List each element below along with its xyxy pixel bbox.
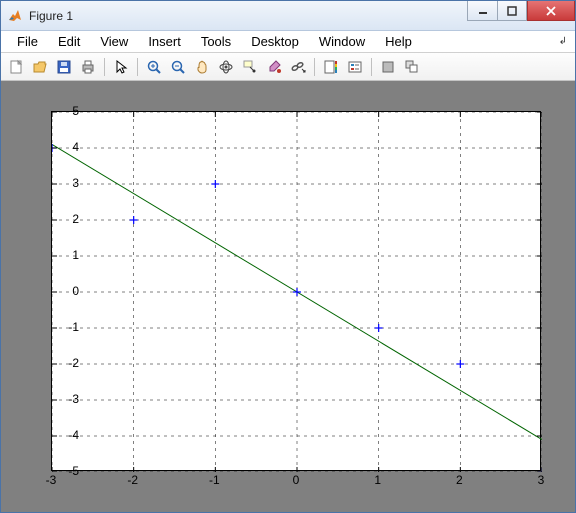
close-button[interactable] (527, 1, 575, 21)
figure-window: Figure 1 File Edit View Insert Tools Des… (0, 0, 576, 513)
y-tick-label: 2 (49, 212, 79, 226)
show-plot-tools-button[interactable] (401, 56, 423, 78)
y-tick-label: 1 (49, 248, 79, 262)
y-tick-label: -4 (49, 428, 79, 442)
toolbar (1, 53, 575, 81)
colorbar-button[interactable] (320, 56, 342, 78)
zoom-in-button[interactable] (143, 56, 165, 78)
x-tick-label: -1 (209, 473, 220, 487)
toolbar-separator (314, 58, 315, 76)
menu-edit[interactable]: Edit (48, 32, 90, 51)
zoom-out-button[interactable] (167, 56, 189, 78)
brush-button[interactable] (263, 56, 285, 78)
window-buttons (467, 1, 575, 21)
print-button[interactable] (77, 56, 99, 78)
save-button[interactable] (53, 56, 75, 78)
x-tick-label: -2 (127, 473, 138, 487)
link-button[interactable] (287, 56, 309, 78)
open-button[interactable] (29, 56, 51, 78)
figure-canvas[interactable]: -5-4-3-2-1012345-3-2-10123 (1, 81, 575, 512)
new-figure-button[interactable] (5, 56, 27, 78)
hide-plot-tools-button[interactable] (377, 56, 399, 78)
rotate-3d-button[interactable] (215, 56, 237, 78)
titlebar[interactable]: Figure 1 (1, 1, 575, 31)
toolbar-separator (137, 58, 138, 76)
x-tick-label: 1 (374, 473, 381, 487)
window-title: Figure 1 (29, 9, 73, 23)
data-cursor-button[interactable] (239, 56, 261, 78)
menubar: File Edit View Insert Tools Desktop Wind… (1, 31, 575, 53)
maximize-button[interactable] (497, 1, 527, 21)
menu-window[interactable]: Window (309, 32, 375, 51)
y-tick-label: 3 (49, 176, 79, 190)
menu-insert[interactable]: Insert (138, 32, 191, 51)
y-tick-label: -1 (49, 320, 79, 334)
menu-overflow-icon[interactable]: ↲ (559, 36, 575, 47)
y-tick-label: -2 (49, 356, 79, 370)
y-tick-label: 4 (49, 140, 79, 154)
menu-view[interactable]: View (90, 32, 138, 51)
toolbar-separator (371, 58, 372, 76)
x-tick-label: 3 (538, 473, 545, 487)
y-tick-label: 5 (49, 104, 79, 118)
menu-help[interactable]: Help (375, 32, 422, 51)
y-tick-label: -3 (49, 392, 79, 406)
x-tick-label: -3 (46, 473, 57, 487)
matlab-icon (7, 8, 23, 24)
legend-button[interactable] (344, 56, 366, 78)
pan-button[interactable] (191, 56, 213, 78)
x-tick-label: 2 (456, 473, 463, 487)
chart-plot (52, 112, 542, 472)
menu-tools[interactable]: Tools (191, 32, 241, 51)
x-tick-label: 0 (293, 473, 300, 487)
pointer-button[interactable] (110, 56, 132, 78)
menu-file[interactable]: File (7, 32, 48, 51)
axes[interactable] (51, 111, 541, 471)
menu-desktop[interactable]: Desktop (241, 32, 309, 51)
y-tick-label: 0 (49, 284, 79, 298)
toolbar-separator (104, 58, 105, 76)
minimize-button[interactable] (467, 1, 497, 21)
